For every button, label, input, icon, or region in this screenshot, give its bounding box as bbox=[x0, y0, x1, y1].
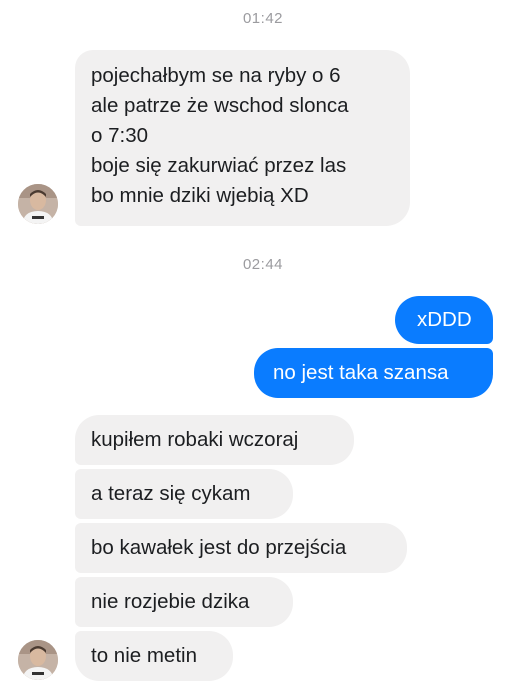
message-incoming-long[interactable]: pojechałbym se na ryby o 6 ale patrze że… bbox=[75, 50, 410, 226]
message-line-2: ale patrze że wschod slonca bbox=[91, 91, 410, 121]
message-line-1: pojechałbym se na ryby o 6 bbox=[91, 61, 410, 91]
message-incoming-4[interactable]: nie rozjebie dzika bbox=[75, 577, 293, 627]
message-line-4: boje się zakurwiać przez las bbox=[91, 151, 410, 181]
contact-avatar-photo-icon bbox=[18, 640, 58, 680]
message-outgoing-1[interactable]: xDDD bbox=[395, 296, 493, 344]
timestamp-1: 01:42 bbox=[0, 10, 526, 27]
contact-avatar-bottom[interactable] bbox=[18, 640, 58, 680]
contact-avatar[interactable] bbox=[18, 184, 58, 224]
message-line-5: bo mnie dziki wjebią XD bbox=[91, 181, 410, 211]
contact-avatar-photo-icon bbox=[18, 184, 58, 224]
message-line-3: o 7:30 bbox=[91, 121, 410, 151]
timestamp-2: 02:44 bbox=[0, 256, 526, 273]
message-incoming-3[interactable]: bo kawałek jest do przejścia bbox=[75, 523, 407, 573]
message-incoming-5[interactable]: to nie metin bbox=[75, 631, 233, 681]
message-incoming-1[interactable]: kupiłem robaki wczoraj bbox=[75, 415, 354, 465]
message-incoming-2[interactable]: a teraz się cykam bbox=[75, 469, 293, 519]
message-outgoing-2[interactable]: no jest taka szansa bbox=[254, 348, 493, 398]
